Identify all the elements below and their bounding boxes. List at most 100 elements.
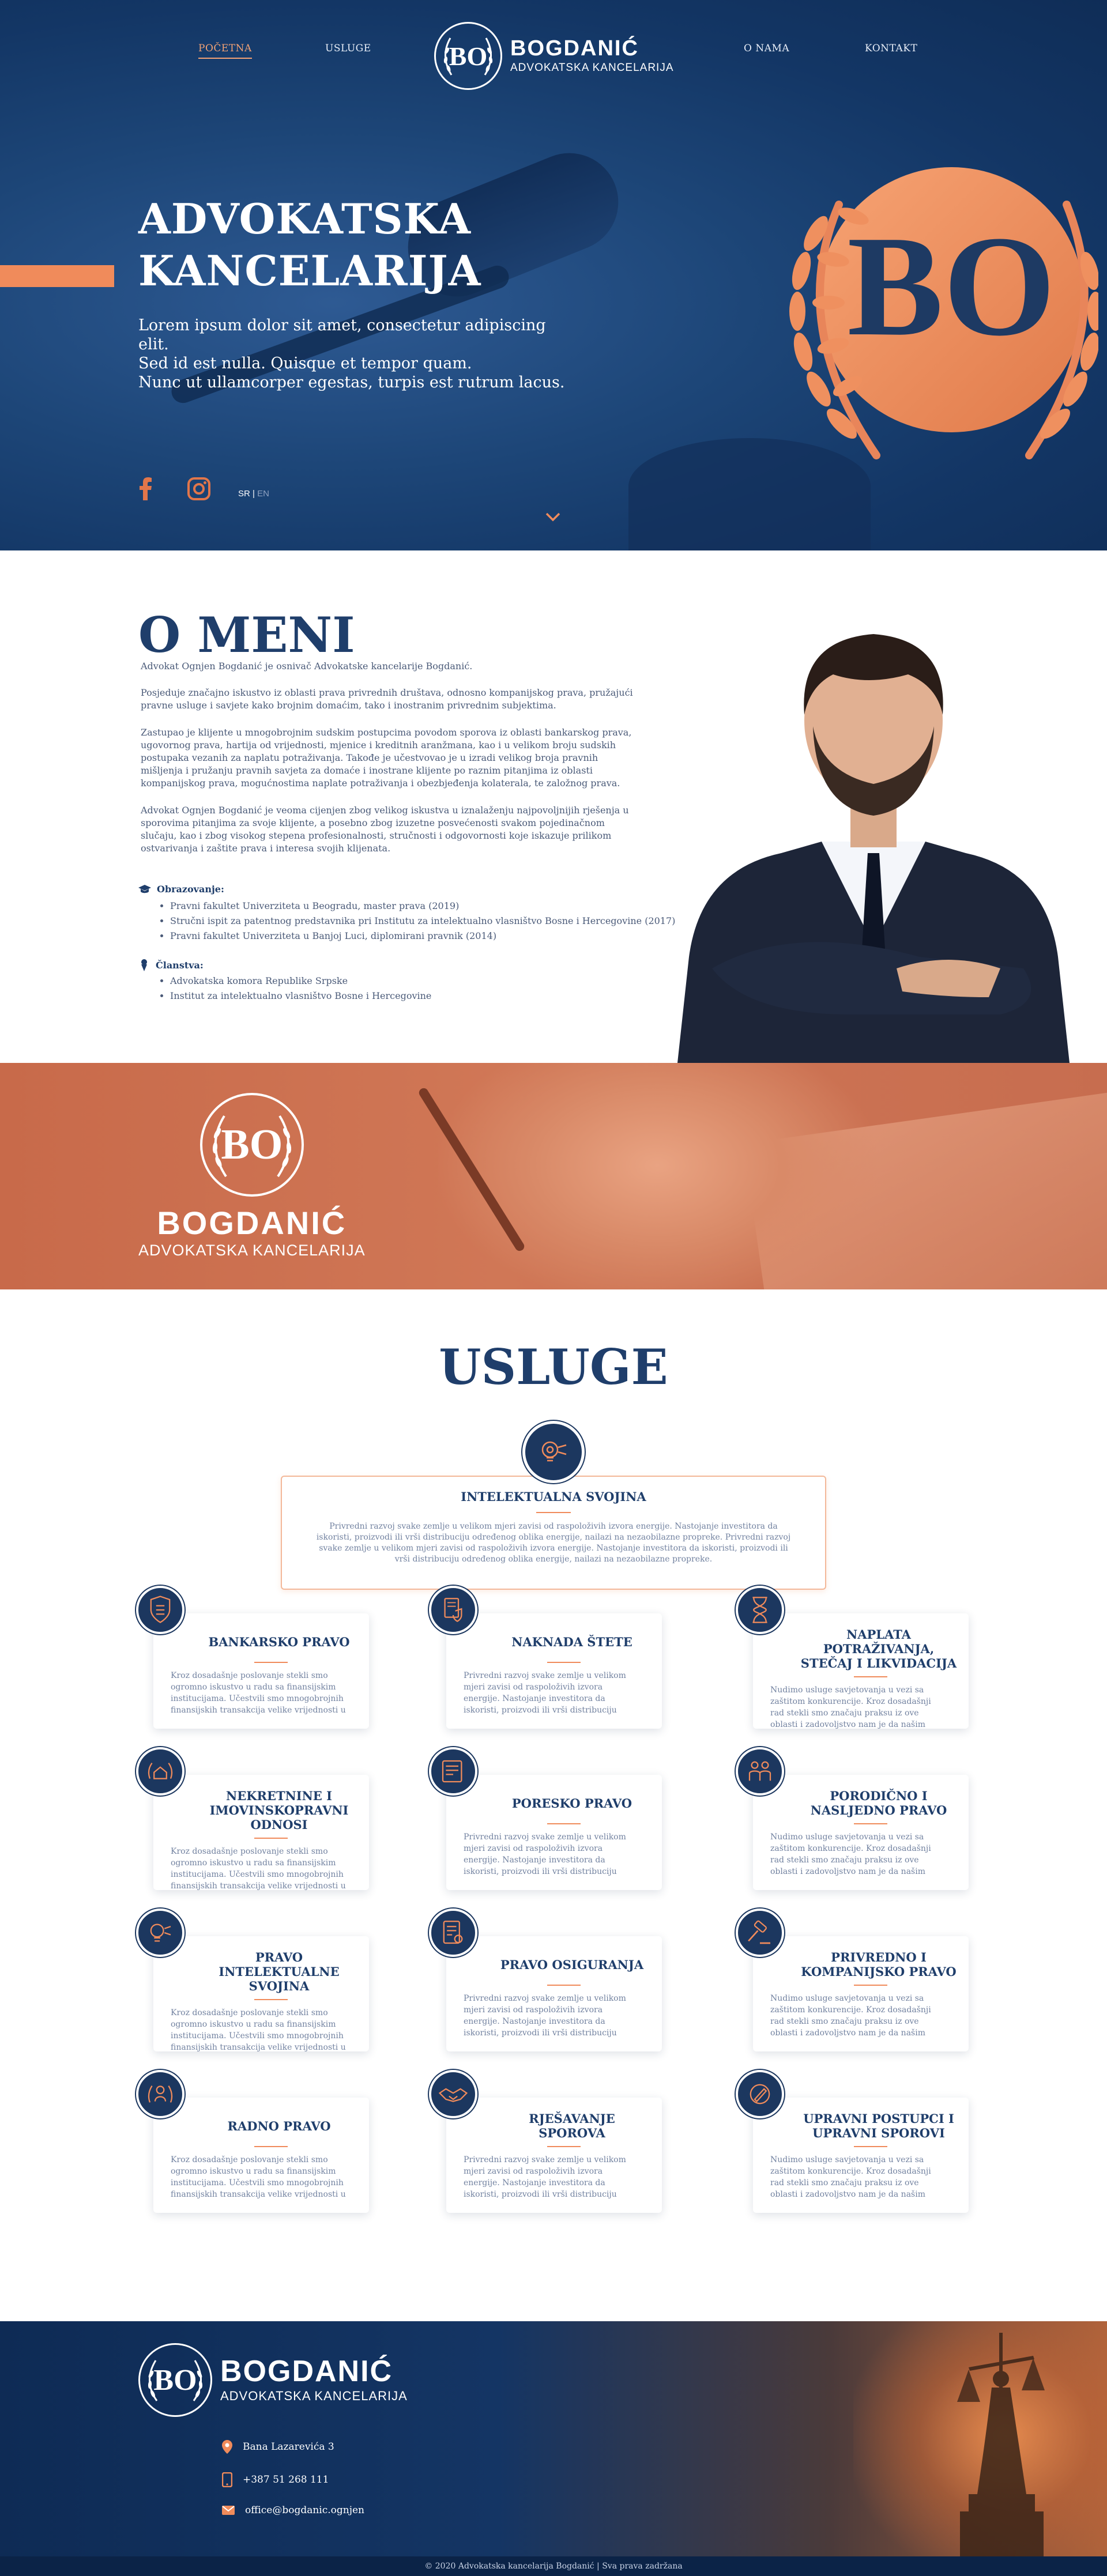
hero-section: POČETNA USLUGE O NAMA KONTAKT BO BOGDANI… <box>0 0 1107 550</box>
service-card-text: Nudimo usluge savjetovanja u vezi sa zaš… <box>770 1832 931 1876</box>
service-card[interactable]: RJEŠAVANJE SPOROVA Privredni razvoj svake… <box>446 2098 662 2213</box>
service-card[interactable]: NAKNADA ŠTETE Privredni razvoj svake zeml… <box>446 1613 662 1729</box>
lang-en[interactable]: EN <box>257 489 269 499</box>
service-card-text: Nudimo usluge savjetovanja u vezi sa zaš… <box>770 1685 931 1729</box>
about-title: O MENI <box>138 606 355 663</box>
hero-lead-line1: Lorem ipsum dolor sit amet, consectetur … <box>138 316 546 353</box>
services-title: USLUGE <box>439 1338 668 1396</box>
banner-logo: BO BOGDANIĆ ADVOKATSKA KANCELARIJA <box>138 1093 366 1259</box>
footer-brand: BOGDANIĆ <box>220 2355 393 2388</box>
service-card[interactable]: PRAVO OSIGURANJA Privredni razvoj svake z… <box>446 1936 662 2051</box>
nav-item-pocetna[interactable]: POČETNA <box>198 43 252 59</box>
featured-service-title: INTELEKTUALNA SVOJINA <box>461 1489 646 1504</box>
banner-seal-icon: BO <box>199 1093 304 1197</box>
member-icon <box>141 959 147 971</box>
service-card-title: PRIVREDNO I KOMPANIJSKO PRAVO <box>801 1950 957 1979</box>
brand-banner: BO BOGDANIĆ ADVOKATSKA KANCELARIJA <box>0 1063 1107 1289</box>
service-card[interactable]: NAPLATA POTRAŽIVANJA, STEČAJ I LIKVIDACI… <box>753 1613 969 1729</box>
language-switch: SR | EN <box>238 489 269 499</box>
hero-title-line2: KANCELARIJA <box>138 246 481 295</box>
gavel-icon <box>736 1909 784 1957</box>
membership-title: Članstva: <box>156 959 204 971</box>
about-paragraph-1: Advokat Ognjen Bogdanić je osnivač Advok… <box>141 661 473 672</box>
service-card-text: Nudimo usluge savjetovanja u vezi sa zaš… <box>770 1994 931 2038</box>
hero-lead-line3: Nunc ut ullamcorper egestas, turpis est … <box>138 374 565 391</box>
logo-seal-text: BO <box>449 41 488 71</box>
service-card[interactable]: PRAVO INTELEKTUALNE SVOJINA Kroz dosadašn… <box>153 1936 369 2052</box>
education-heading: Obrazovanje: <box>138 884 224 895</box>
service-card-text: Kroz dosadašnje poslovanje stekli smo og… <box>171 2155 346 2199</box>
footer-subtitle: ADVOKATSKA KANCELARIJA <box>220 2389 408 2403</box>
about-section: O MENI Advokat Ognjen Bogdanić je osniva… <box>0 550 1107 1063</box>
title-underline <box>854 1985 887 1986</box>
title-underline <box>254 2146 288 2147</box>
lang-separator: | <box>253 489 255 499</box>
title-underline <box>854 2146 887 2147</box>
education-item: Pravni fakultet Univerziteta u Banjoj Lu… <box>170 929 675 944</box>
worker-laurel-icon <box>136 2070 184 2118</box>
title-underline <box>254 1838 288 1839</box>
scroll-down-chevron-icon[interactable] <box>544 508 562 526</box>
membership-heading: Članstva: <box>138 959 204 971</box>
service-card-text: Privredni razvoj svake zemlje u velikom … <box>464 1671 626 1715</box>
logo-seal-icon: BO <box>434 22 502 90</box>
hero-title: ADVOKATSKA KANCELARIJA <box>138 193 481 297</box>
title-underline <box>854 1676 887 1677</box>
email-icon <box>222 2506 235 2515</box>
phone-text[interactable]: +387 51 268 111 <box>243 2474 329 2486</box>
nav-item-kontakt[interactable]: KONTAKT <box>865 43 917 54</box>
footer: BO BOGDANIĆ ADVOKATSKA KANCELARIJA Bana … <box>0 2321 1107 2576</box>
banner-seal-text: BO <box>221 1121 283 1168</box>
email-text[interactable]: office@bogdanic.ognjen <box>245 2505 364 2516</box>
nav-item-o-nama[interactable]: O NAMA <box>744 43 789 54</box>
service-card-title: RADNO PRAVO <box>227 2118 331 2133</box>
membership-list: Advokatska komora Republike Srpske Insti… <box>170 974 431 1004</box>
accent-bar <box>0 265 114 287</box>
about-paragraph-4: Advokat Ognjen Bogdanić je veoma cijenje… <box>141 805 629 854</box>
banner-subtitle: ADVOKATSKA KANCELARIJA <box>138 1242 366 1259</box>
service-card-text: Privredni razvoj svake zemlje u velikom … <box>464 1994 626 2038</box>
service-card[interactable]: BANKARSKO PRAVO Kroz dosadašnje poslovanj… <box>153 1613 369 1729</box>
service-card[interactable]: PRIVREDNO I KOMPANIJSKO PRAVO Nudimo uslu… <box>753 1936 969 2051</box>
footer-logo[interactable]: BO BOGDANIĆ ADVOKATSKA KANCELARIJA <box>138 2343 408 2417</box>
banner-brand: BOGDANIĆ <box>157 1205 347 1241</box>
services-section: USLUGE INTELEKTUALNA SVOJINA Privredni r… <box>0 1289 1107 2321</box>
nav-item-usluge[interactable]: USLUGE <box>325 43 371 54</box>
insurance-document-icon <box>429 1909 477 1957</box>
education-title: Obrazovanje: <box>157 884 224 895</box>
footer-email[interactable]: office@bogdanic.ognjen <box>222 2505 364 2516</box>
hero-emblem: BO <box>775 135 1104 504</box>
service-card-title: PRAVO OSIGURANJA <box>500 1957 644 1972</box>
footer-phone[interactable]: +387 51 268 111 <box>222 2472 329 2487</box>
service-card-title: PORESKO PRAVO <box>511 1796 632 1811</box>
facebook-icon[interactable] <box>138 477 152 506</box>
about-paragraph-2: Posjeduje značajno iskustvo iz oblasti p… <box>141 687 633 711</box>
education-item: Pravni fakultet Univerziteta u Beogradu,… <box>170 899 675 914</box>
footer-seal-icon: BO <box>138 2343 212 2417</box>
lawyer-portrait <box>677 599 1070 1063</box>
service-card[interactable]: RADNO PRAVO Kroz dosadašnje poslovanje st… <box>153 2098 369 2213</box>
service-card[interactable]: PORESKO PRAVO Privredni razvoj svake zeml… <box>446 1775 662 1890</box>
title-underline <box>854 1823 887 1824</box>
hero-lead-line2: Sed id est nulla. Quisque et tempor quam… <box>138 354 472 372</box>
pen-icon <box>736 2070 784 2118</box>
service-card[interactable]: PORODIČNO I NASLJEDNO PRAVO Nudimo usluge… <box>753 1775 969 1890</box>
featured-service-card[interactable]: INTELEKTUALNA SVOJINA Privredni razvoj s… <box>281 1476 826 1590</box>
service-card-text: Kroz dosadašnje poslovanje stekli smo og… <box>171 1847 346 1891</box>
lang-sr[interactable]: SR <box>238 489 250 499</box>
service-card[interactable]: UPRAVNI POSTUPCI I UPRAVNI SPOROVI Nudimo… <box>753 2098 969 2213</box>
justice-statue-image <box>853 2321 1107 2576</box>
title-underline <box>547 1662 581 1663</box>
service-card-title: PRAVO INTELEKTUALNE SVOJINA <box>219 1950 340 1993</box>
header-logo[interactable]: BO BOGDANIĆ ADVOKATSKA KANCELARIJA <box>434 22 674 90</box>
footer-address: Bana Lazarevića 3 <box>222 2440 334 2454</box>
about-paragraph-3: Zastupao je klijente u mnogobrojnim suds… <box>141 727 632 789</box>
instagram-icon[interactable] <box>187 477 210 506</box>
tax-document-icon <box>429 1747 477 1796</box>
graduation-cap-icon <box>138 884 151 893</box>
location-pin-icon <box>222 2440 232 2454</box>
emblem-text: BO <box>847 206 1055 366</box>
logo-subtitle: ADVOKATSKA KANCELARIJA <box>510 62 674 74</box>
service-card[interactable]: NEKRETNINE I IMOVINSKOPRAVNI ODNOSI Kroz … <box>153 1775 369 1891</box>
logo-brand: BOGDANIĆ <box>510 36 639 61</box>
